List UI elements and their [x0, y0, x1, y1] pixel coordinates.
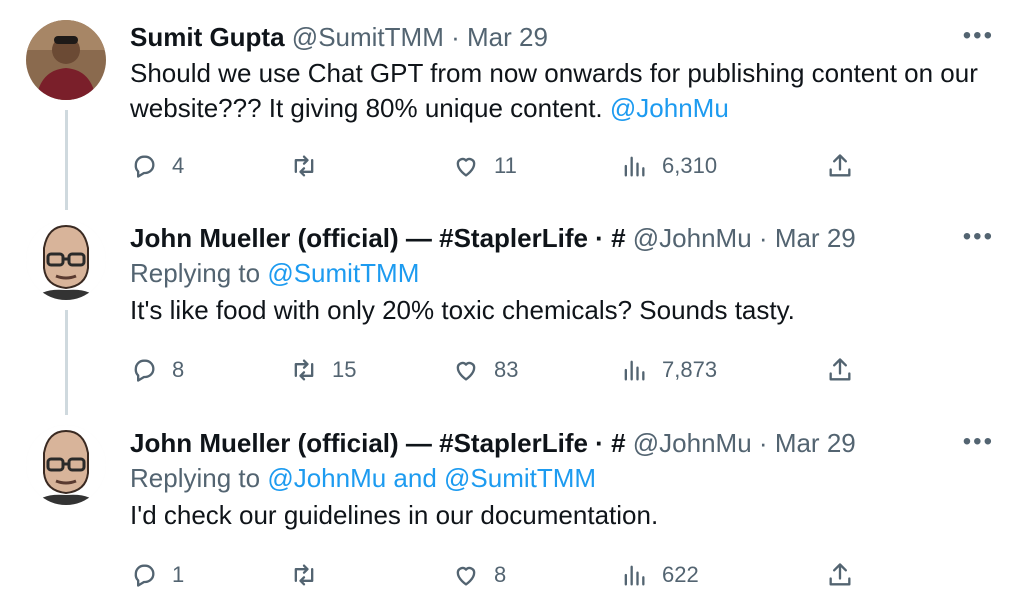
tweet-header: John Mueller (official) — #StaplerLife ·… [130, 221, 994, 255]
like-button[interactable]: 8 [452, 555, 506, 595]
like-icon [456, 361, 476, 381]
tweet-text-line1: Should we use Chat GPT from now onwards … [130, 58, 978, 88]
replying-to: Replying to @SumitTMM [130, 255, 994, 291]
share-button[interactable] [826, 555, 854, 595]
like-count: 11 [494, 153, 517, 178]
views-button[interactable]: 7,873 [620, 350, 717, 390]
like-count: 83 [494, 357, 519, 382]
reply-button[interactable]: 8 [130, 350, 184, 390]
avatar[interactable] [26, 220, 106, 300]
replying-to-link[interactable]: @JohnMu and @SumitTMM [267, 463, 596, 493]
separator-dot: · [758, 428, 768, 458]
thread-line [65, 110, 68, 210]
retweet-icon [294, 564, 314, 586]
views-icon [624, 360, 645, 381]
tweet-text: Should we use Chat GPT from now onwards … [130, 56, 994, 126]
retweet-count: 15 [332, 357, 357, 382]
replying-to-link[interactable]: @SumitTMM [267, 258, 419, 288]
retweet-button[interactable]: 15 [290, 350, 356, 390]
views-count: 6,310 [662, 153, 718, 178]
reply-icon [134, 564, 155, 587]
tweet-text: It's like food with only 20% toxic chemi… [130, 295, 795, 325]
tweet-text: I'd check our guidelines in our document… [130, 500, 659, 530]
tweet-2[interactable]: John Mueller (official) — #StaplerLife ·… [0, 205, 1024, 415]
like-button[interactable]: 83 [452, 350, 518, 390]
retweet-button[interactable] [290, 555, 332, 595]
views-count: 7,873 [662, 357, 718, 382]
thread-line [65, 310, 68, 415]
tweet-actions: 4 11 6,310 [130, 146, 870, 186]
share-icon [829, 563, 851, 586]
tweet-actions: 1 8 622 [130, 555, 870, 595]
reply-button[interactable]: 4 [130, 146, 184, 186]
replying-to-prefix: Replying to [130, 463, 268, 493]
tweet-actions: 8 15 83 7,873 [130, 350, 870, 390]
like-icon [456, 157, 476, 177]
retweet-button[interactable] [290, 146, 332, 186]
timestamp[interactable]: Mar 29 [775, 428, 856, 458]
timestamp[interactable]: Mar 29 [467, 22, 548, 52]
like-count: 8 [494, 562, 507, 587]
author-name[interactable]: Sumit Gupta [130, 22, 285, 52]
tweet-header: Sumit Gupta @SumitTMM · Mar 29 [130, 20, 994, 54]
more-options-icon[interactable]: ••• [963, 22, 994, 50]
author-handle[interactable]: @JohnMu [633, 428, 752, 458]
mention-link[interactable]: @JohnMu [610, 93, 729, 123]
author-handle[interactable]: @JohnMu [633, 223, 752, 253]
tweet-text-line2: website??? It giving 80% unique content. [130, 93, 610, 123]
retweet-icon [294, 359, 314, 381]
reply-count: 1 [172, 562, 185, 587]
views-count: 622 [662, 562, 699, 587]
views-button[interactable]: 6,310 [620, 146, 717, 186]
reply-count: 4 [172, 153, 185, 178]
more-options-icon[interactable]: ••• [963, 428, 994, 456]
views-icon [624, 156, 645, 177]
reply-icon [134, 155, 155, 178]
avatar[interactable] [26, 425, 106, 505]
separator-dot: · [451, 22, 460, 52]
more-options-icon[interactable]: ••• [963, 223, 994, 251]
reply-icon [134, 359, 155, 382]
share-button[interactable] [826, 350, 854, 390]
retweet-icon [294, 155, 314, 177]
avatar[interactable] [26, 20, 106, 100]
views-icon [624, 565, 645, 586]
replying-to: Replying to @JohnMu and @SumitTMM [130, 460, 994, 496]
separator-dot: · [758, 223, 768, 253]
replying-to-prefix: Replying to [130, 258, 268, 288]
reply-button[interactable]: 1 [130, 555, 184, 595]
share-icon [829, 358, 851, 381]
tweet-3[interactable]: John Mueller (official) — #StaplerLife ·… [0, 410, 1024, 610]
author-name[interactable]: John Mueller (official) — #StaplerLife ·… [130, 223, 626, 253]
author-name[interactable]: John Mueller (official) — #StaplerLife ·… [130, 428, 626, 458]
tweet-1[interactable]: Sumit Gupta @SumitTMM · Mar 29 ••• Shoul… [0, 0, 1024, 210]
tweet-thread: Sumit Gupta @SumitTMM · Mar 29 ••• Shoul… [0, 0, 1024, 610]
views-button[interactable]: 622 [620, 555, 699, 595]
reply-count: 8 [172, 357, 185, 382]
share-button[interactable] [826, 146, 854, 186]
like-button[interactable]: 11 [452, 146, 517, 186]
author-handle[interactable]: @SumitTMM [292, 22, 444, 52]
tweet-header: John Mueller (official) — #StaplerLife ·… [130, 426, 994, 460]
share-icon [829, 154, 851, 177]
like-icon [456, 566, 476, 586]
timestamp[interactable]: Mar 29 [775, 223, 856, 253]
